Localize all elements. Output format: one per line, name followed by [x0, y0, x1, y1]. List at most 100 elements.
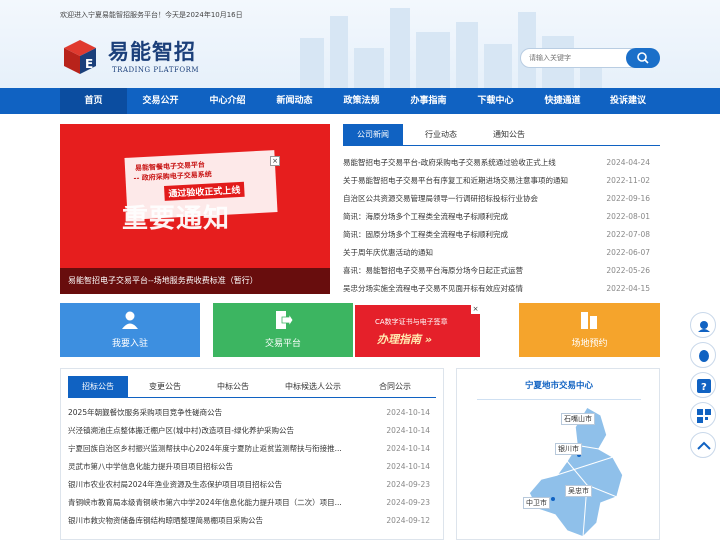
nav-home[interactable]: 首页 — [60, 88, 127, 114]
table-row[interactable]: 2025年朝觐餐饮服务采购项目竞争性磋商公告 2024-10-14 — [68, 404, 436, 422]
qq-icon — [699, 350, 709, 362]
announcement-title[interactable]: 银川市救灾物资储备库钢结构晾晒整理简易棚项目采购公告 — [68, 512, 363, 530]
news-title[interactable]: 喜讯：易能智招电子交易平台海原分场今日起正式运营 — [343, 262, 603, 280]
platform-tile[interactable]: 交易平台 — [213, 303, 353, 357]
news-title[interactable]: 关于易能智招电子交易平台有序复工和近期进场交易注意事项的通知 — [343, 172, 603, 190]
chevron-up-icon — [697, 441, 711, 450]
list-item[interactable]: 吴忠分场实施全流程电子交易不见面开标有效应对疫情 2022-04-15 — [343, 280, 660, 298]
announcement-tabs: 招标公告 变更公告 中标公告 中标候选人公示 合同公示 — [68, 376, 436, 398]
ca-line2: 办理指南 » — [377, 333, 432, 346]
tab-contract-notice[interactable]: 合同公示 — [362, 376, 428, 398]
city-shizuishan[interactable]: 石嘴山市 — [561, 413, 595, 425]
nav-downloads[interactable]: 下载中心 — [462, 88, 529, 114]
news-date: 2024-04-24 — [606, 158, 650, 167]
list-item[interactable]: 简讯：固原分场多个工程类全流程电子标顺利完成 2022-07-08 — [343, 226, 660, 244]
banner-caption[interactable]: 易能智招电子交易平台--场地服务费收费标准（暂行） — [60, 268, 330, 294]
tab-company-news[interactable]: 公司新闻 — [343, 124, 403, 146]
user-icon — [122, 311, 138, 329]
list-item[interactable]: 简讯：海原分场多个工程类全流程电子标顺利完成 2022-08-01 — [343, 208, 660, 226]
banner-slideshow[interactable]: 易能智餐电子交易平台 -- 政府采购电子交易系统 通过验收正式上线 × 重要通知… — [60, 124, 330, 294]
help-button[interactable]: ? — [690, 372, 716, 398]
city-yinchuan[interactable]: 银川市 — [555, 443, 582, 455]
list-item[interactable]: 喜讯：易能智招电子交易平台海原分场今日起正式运营 2022-05-26 — [343, 262, 660, 280]
search-button[interactable] — [626, 48, 660, 68]
join-label: 我要入驻 — [111, 339, 148, 349]
news-title[interactable]: 简讯：固原分场多个工程类全流程电子标顺利完成 — [343, 226, 603, 244]
news-date: 2022-04-15 — [606, 284, 650, 293]
question-icon: ? — [697, 379, 711, 393]
tab-candidate-notice[interactable]: 中标候选人公示 — [270, 376, 356, 398]
search-box — [520, 48, 660, 68]
headset-icon — [698, 321, 710, 332]
news-title[interactable]: 简讯：海原分场多个工程类全流程电子标顺利完成 — [343, 208, 603, 226]
banner-headline: 重要通知 — [122, 204, 231, 234]
announcement-title[interactable]: 灵武市第八中学信息化能力提升项目项目招标公告 — [68, 458, 363, 476]
venue-label: 场地预约 — [571, 339, 608, 349]
search-input[interactable] — [529, 52, 625, 64]
news-title[interactable]: 关于周年庆优惠活动的通知 — [343, 244, 603, 262]
table-row[interactable]: 宁夏回族自治区乡村振兴监测帮扶中心2024年度宁夏防止返贫监测帮扶与衔接推...… — [68, 440, 436, 458]
nav-center-intro[interactable]: 中心介绍 — [194, 88, 261, 114]
svg-text:?: ? — [701, 382, 707, 393]
city-wuzhong[interactable]: 吴忠市 — [565, 485, 592, 497]
announcement-date: 2024-09-12 — [386, 516, 430, 525]
welcome-text: 欢迎进入宁夏易能智招服务平台！今天是2024年10月16日 — [60, 11, 243, 19]
logo-subtitle: TRADING PLATFORM — [112, 66, 200, 74]
list-item[interactable]: 自治区公共资源交易管理局领导一行调研招标投标行业协会 2022-09-16 — [343, 190, 660, 208]
table-row[interactable]: 银川市农业农村局2024年渔业资源及生态保护项目项目招标公告 2024-09-23 — [68, 476, 436, 494]
table-row[interactable]: 兴泾镇溯池庄点整体搬迁棚户区(城中村)改造项目-绿化养护采购公告 2024-10-… — [68, 422, 436, 440]
news-date: 2022-07-08 — [606, 230, 650, 239]
qrcode-icon — [697, 409, 711, 423]
announcement-date: 2024-10-14 — [386, 408, 430, 417]
news-date: 2022-05-26 — [606, 266, 650, 275]
nav-trading-public[interactable]: 交易公开 — [127, 88, 194, 114]
banner-close-button[interactable]: × — [270, 156, 280, 166]
customer-service-button[interactable] — [690, 312, 716, 338]
announcement-title[interactable]: 青铜峡市教育局本级青铜峡市第六中学2024年信息化能力提升项目（二次）项目... — [68, 494, 363, 512]
qrcode-button[interactable] — [690, 402, 716, 428]
join-tile[interactable]: 我要入驻 — [60, 303, 200, 357]
site-header: 欢迎进入宁夏易能智招服务平台！今天是2024年10月16日 E 易能智招 TRA… — [0, 0, 720, 88]
nav-policies[interactable]: 政策法规 — [328, 88, 395, 114]
news-date: 2022-09-16 — [606, 194, 650, 203]
announcement-date: 2024-10-14 — [386, 444, 430, 453]
list-item[interactable]: 关于周年庆优惠活动的通知 2022-06-07 — [343, 244, 660, 262]
table-row[interactable]: 青铜峡市教育局本级青铜峡市第六中学2024年信息化能力提升项目（二次）项目...… — [68, 494, 436, 512]
table-row[interactable]: 灵武市第八中学信息化能力提升项目项目招标公告 2024-10-14 — [68, 458, 436, 476]
announcement-title[interactable]: 银川市农业农村局2024年渔业资源及生态保护项目项目招标公告 — [68, 476, 363, 494]
announcement-title[interactable]: 2025年朝觐餐饮服务采购项目竞争性磋商公告 — [68, 404, 363, 422]
qq-button[interactable] — [690, 342, 716, 368]
ningxia-map[interactable] — [527, 405, 637, 539]
main-nav: 首页 交易公开 中心介绍 新闻动态 政策法规 办事指南 下载中心 快捷通道 投诉… — [0, 88, 720, 114]
news-date: 2022-06-07 — [606, 248, 650, 257]
list-item[interactable]: 易能智招电子交易平台-政府采购电子交易系统通过验收正式上线 2024-04-24 — [343, 154, 660, 172]
tab-tender-notice[interactable]: 招标公告 — [68, 376, 128, 398]
list-item[interactable]: 关于易能智招电子交易平台有序复工和近期进场交易注意事项的通知 2022-11-02 — [343, 172, 660, 190]
search-icon — [637, 52, 649, 64]
news-title[interactable]: 易能智招电子交易平台-政府采购电子交易系统通过验收正式上线 — [343, 154, 603, 172]
ca-close-button[interactable]: × — [471, 305, 480, 314]
tab-industry-news[interactable]: 行业动态 — [409, 124, 473, 146]
announcement-title[interactable]: 宁夏回族自治区乡村振兴监测帮扶中心2024年度宁夏防止返贫监测帮扶与衔接推... — [68, 440, 363, 458]
news-date: 2022-08-01 — [606, 212, 650, 221]
nav-shortcuts[interactable]: 快捷通道 — [529, 88, 596, 114]
news-date: 2022-11-02 — [606, 176, 650, 185]
nav-news[interactable]: 新闻动态 — [261, 88, 328, 114]
city-zhongwei[interactable]: 中卫市 — [523, 497, 550, 509]
tab-notices[interactable]: 通知公告 — [477, 124, 541, 146]
tab-award-notice[interactable]: 中标公告 — [202, 376, 264, 398]
announcement-title[interactable]: 兴泾镇溯池庄点整体搬迁棚户区(城中村)改造项目-绿化养护采购公告 — [68, 422, 363, 440]
nav-guide[interactable]: 办事指南 — [395, 88, 462, 114]
ca-guide-popup[interactable]: CA数字证书与电子签章 办理指南 » × — [355, 305, 480, 357]
news-title[interactable]: 自治区公共资源交易管理局领导一行调研招标投标行业协会 — [343, 190, 603, 208]
tab-change-notice[interactable]: 变更公告 — [134, 376, 196, 398]
logo-title[interactable]: 易能智招 — [108, 36, 196, 66]
venue-tile[interactable]: 场地预约 — [519, 303, 660, 357]
news-title[interactable]: 吴忠分场实施全流程电子交易不见面开标有效应对疫情 — [343, 280, 603, 298]
nav-complaints[interactable]: 投诉建议 — [596, 88, 660, 114]
table-row[interactable]: 银川市救灾物资储备库钢结构晾晒整理简易棚项目采购公告 2024-09-12 — [68, 512, 436, 530]
logo-icon[interactable]: E — [60, 36, 100, 76]
ca-line1: CA数字证书与电子签章 — [375, 318, 448, 326]
back-to-top-button[interactable] — [690, 432, 716, 458]
announcement-date: 2024-10-14 — [386, 462, 430, 471]
